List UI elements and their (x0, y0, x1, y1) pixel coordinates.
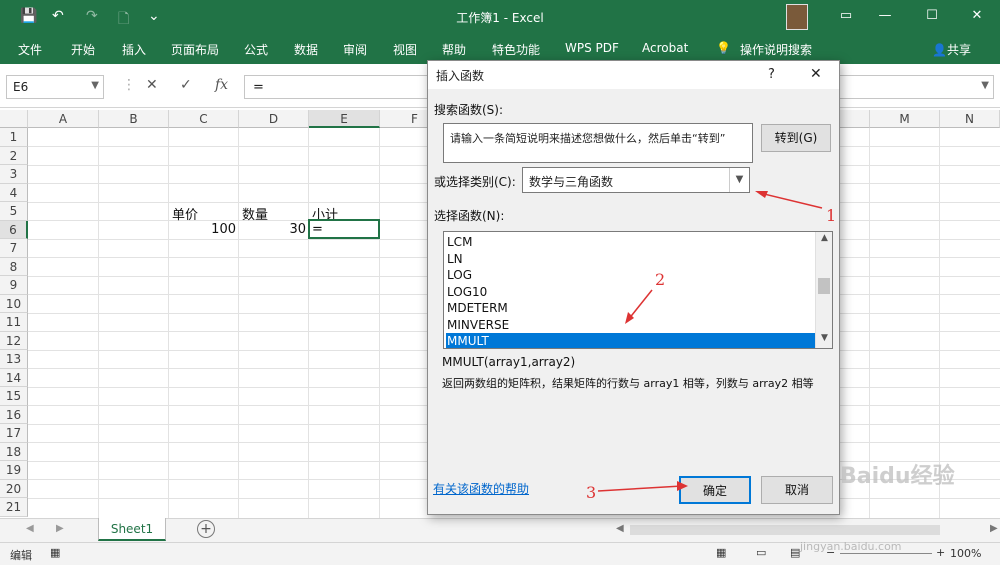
annotation-3: 3 (586, 483, 597, 502)
arrow-3 (597, 485, 683, 492)
watermark-url: jingyan.baidu.com (800, 540, 902, 553)
arrowhead-3 (677, 481, 688, 491)
annotation-1: 1 (826, 206, 837, 225)
annotation-2: 2 (655, 270, 666, 289)
arrow-1 (759, 192, 823, 209)
arrow-2 (627, 289, 653, 321)
arrowhead-1 (755, 191, 768, 198)
watermark-brand: Baidu经验 (840, 464, 955, 489)
